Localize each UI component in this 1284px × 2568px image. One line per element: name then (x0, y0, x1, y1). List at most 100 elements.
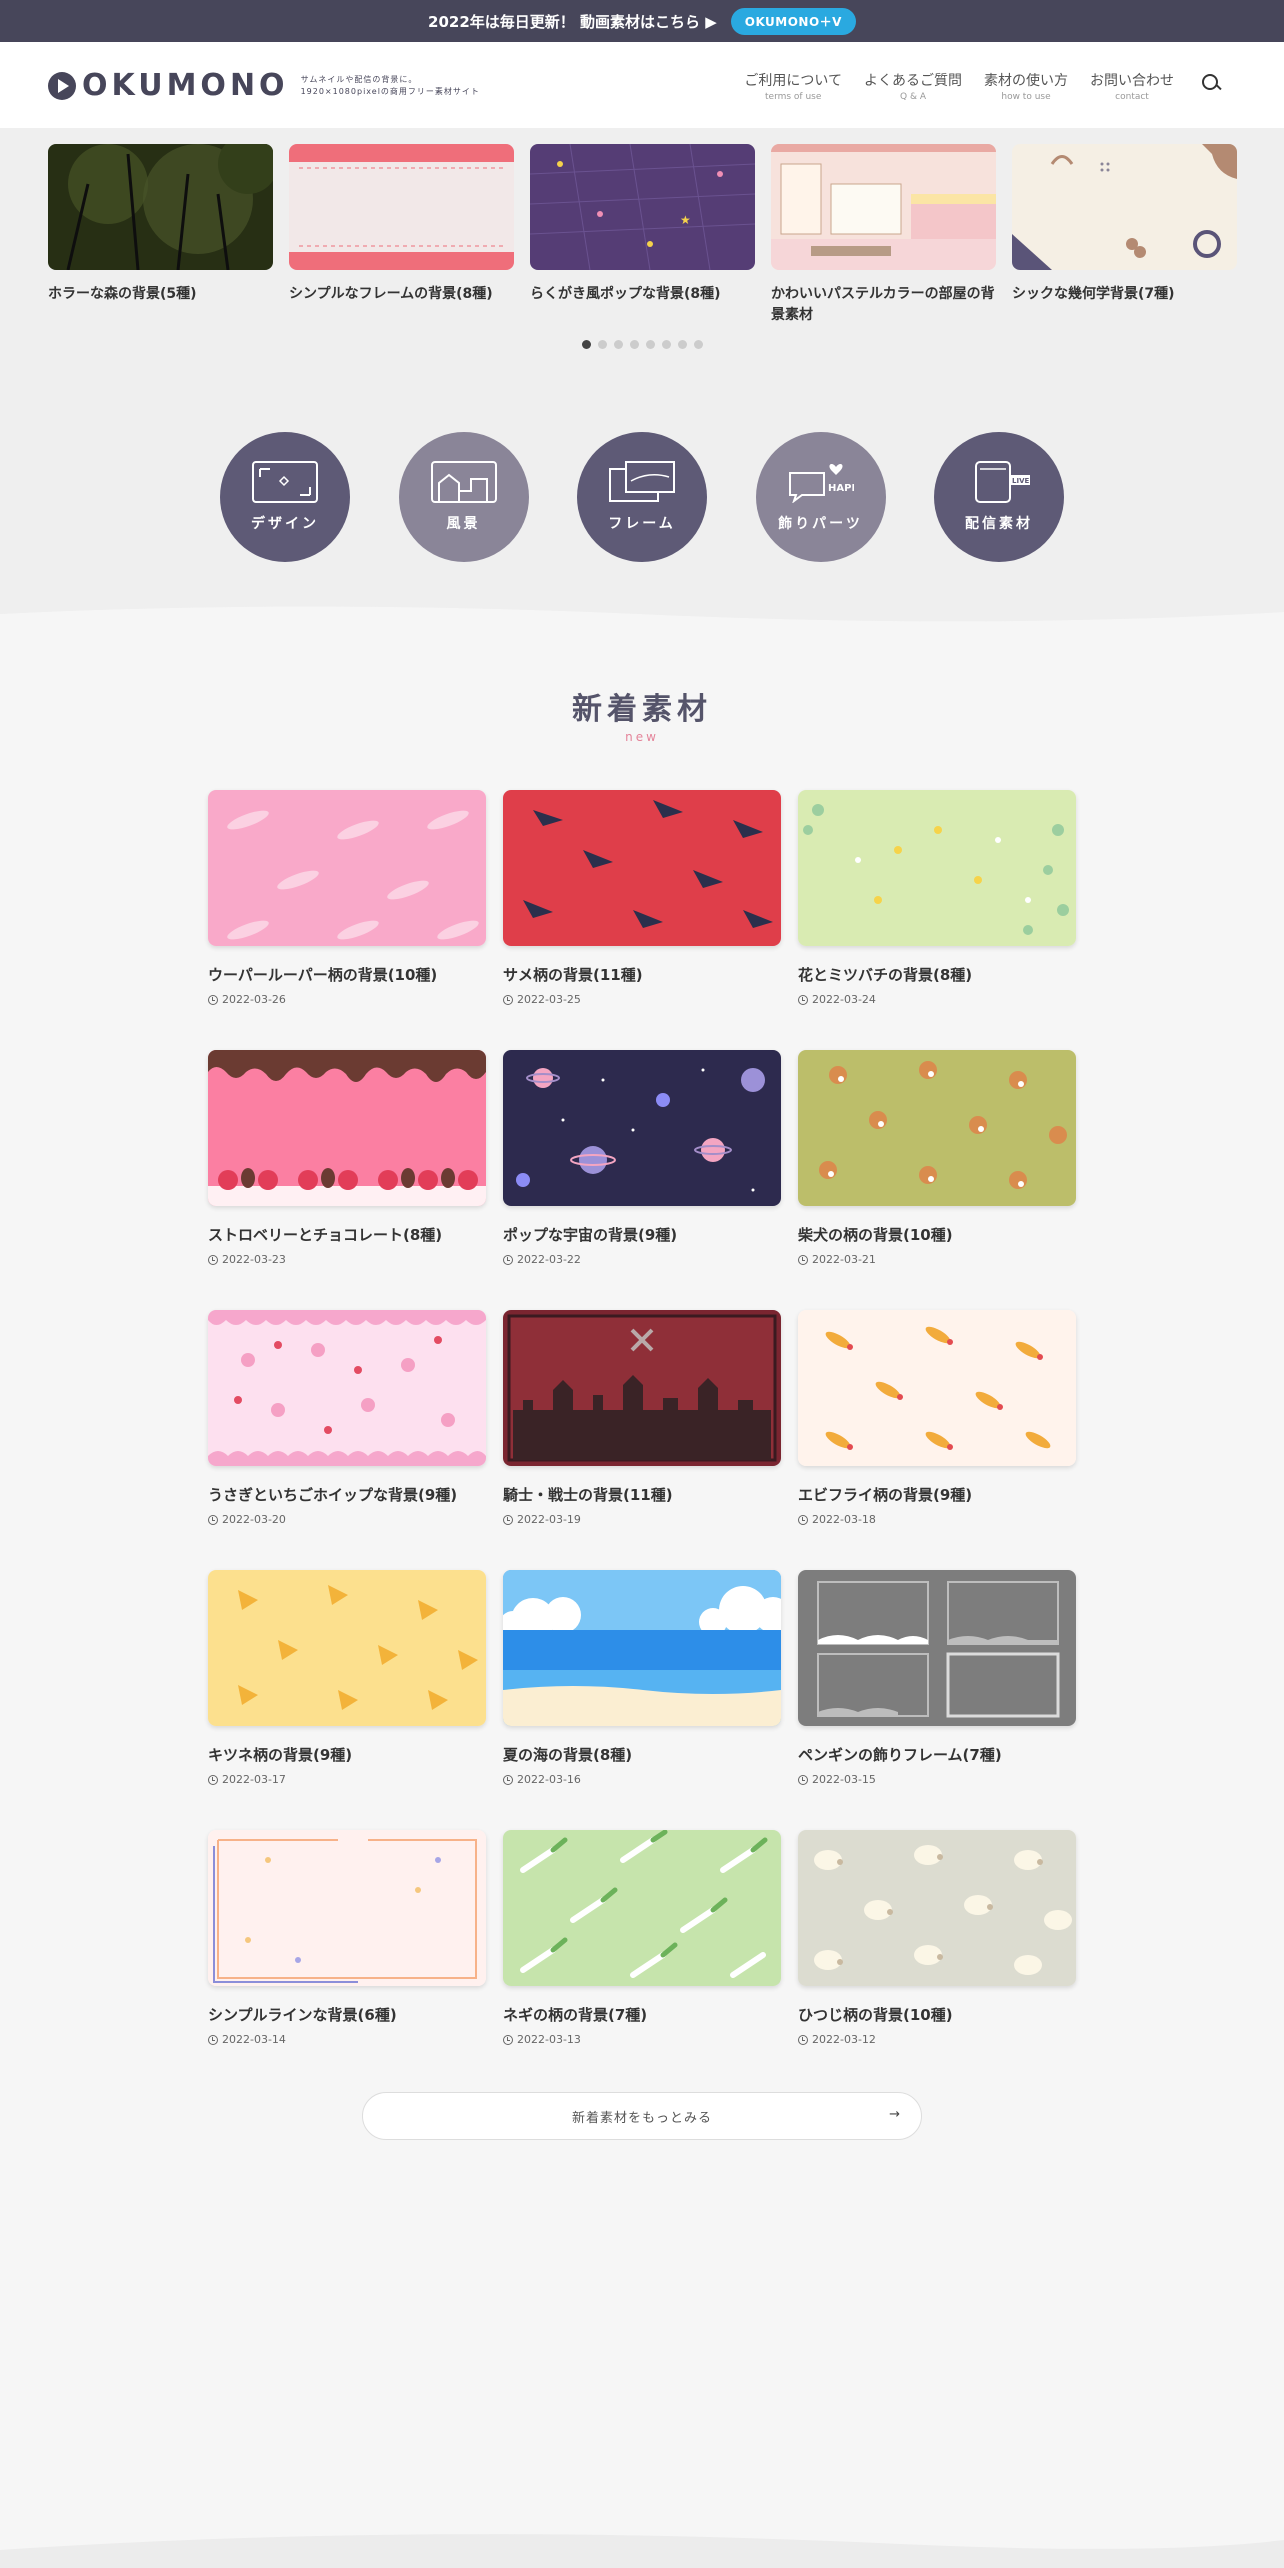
shark-pattern-thumbnail[interactable] (503, 790, 781, 946)
carousel-slide[interactable]: シックな幾何学背景(7種) (1012, 144, 1237, 344)
simple-line-thumbnail[interactable] (208, 1830, 486, 1986)
material-card[interactable]: ウーパールーパー柄の背景(10種) 2022-03-26 (208, 790, 486, 1010)
material-card[interactable]: サメ柄の背景(11種) 2022-03-25 (503, 790, 781, 1010)
carousel-dot[interactable] (581, 340, 591, 349)
carousel-dot[interactable] (629, 340, 639, 349)
material-date-text: 2022-03-26 (222, 993, 286, 1006)
pastel-room-thumbnail[interactable] (771, 144, 996, 270)
strawberry-chocolate-thumbnail[interactable] (208, 1050, 486, 1206)
material-card[interactable]: 花とミツバチの背景(8種) 2022-03-24 (798, 790, 1076, 1010)
chic-geometric-thumbnail[interactable] (1012, 144, 1237, 270)
category-streaming[interactable]: LIVE 配信素材 (934, 432, 1064, 562)
material-card[interactable]: ひつじ柄の背景(10種) 2022-03-12 (798, 1830, 1076, 2050)
category-decoration-parts[interactable]: HAPPY 飾りパーツ (755, 432, 886, 562)
category-landscape[interactable]: 風景 (398, 432, 529, 562)
carousel-caption[interactable]: シックな幾何学背景(7種) (1012, 284, 1237, 305)
material-card[interactable]: ペンギンの飾りフレーム(7種) 2022-03-15 (798, 1570, 1076, 1790)
tagline-line-1: サムネイルや配信の背景に。 (300, 74, 418, 84)
see-more-new-button[interactable]: 新着素材をもっとみる → (362, 2092, 922, 2140)
carousel-caption[interactable]: らくがき風ポップな背景(8種) (530, 284, 755, 305)
material-date-text: 2022-03-25 (517, 993, 581, 1006)
material-card[interactable]: エビフライ柄の背景(9種) 2022-03-18 (798, 1310, 1076, 1530)
material-date: 2022-03-16 (503, 1773, 781, 1786)
material-card[interactable]: シンプルラインな背景(6種) 2022-03-14 (208, 1830, 486, 2050)
nav-contact[interactable]: お問い合わせ contact (1090, 70, 1174, 102)
material-title[interactable]: うさぎといちごホイップな背景(9種) (208, 1484, 486, 1505)
material-card[interactable]: ストロベリーとチョコレート(8種) 2022-03-23 (208, 1050, 486, 1270)
material-date: 2022-03-20 (208, 1513, 486, 1526)
site-logo[interactable]: OKUMONO サムネイルや配信の背景に。 1920×1080pixelの商用フ… (48, 68, 480, 103)
penguin-frame-thumbnail[interactable] (798, 1570, 1076, 1726)
material-date-text: 2022-03-20 (222, 1513, 286, 1526)
search-icon[interactable] (1200, 72, 1224, 96)
nav-contact-sub: contact (1115, 92, 1149, 102)
footer-wave-divider (0, 2534, 1284, 2568)
carousel-slide[interactable]: ★ らくがき風ポップな背景(8種) (530, 144, 755, 344)
material-title[interactable]: 夏の海の背景(8種) (503, 1744, 781, 1765)
carousel-dot[interactable] (677, 340, 687, 349)
material-title[interactable]: 騎士・戦士の背景(11種) (503, 1484, 781, 1505)
nav-terms-label: ご利用について (744, 73, 842, 89)
material-title[interactable]: ストロベリーとチョコレート(8種) (208, 1224, 486, 1245)
announcement-text[interactable]: 2022年は毎日更新！ 動画素材はこちら ▶ (428, 11, 717, 32)
material-title[interactable]: ウーパールーパー柄の背景(10種) (208, 964, 486, 985)
material-title[interactable]: ネギの柄の背景(7種) (503, 2004, 781, 2025)
carousel-dot[interactable] (661, 340, 671, 349)
category-design[interactable]: デザイン (220, 432, 350, 562)
okumono-v-button[interactable]: OKUMONO＋V (730, 7, 856, 35)
nav-how-to-use[interactable]: 素材の使い方 how to use (984, 70, 1068, 102)
rabbit-strawberry-whip-thumbnail[interactable] (208, 1310, 486, 1466)
section-subtitle: new (625, 730, 659, 744)
doodle-pop-thumbnail[interactable]: ★ (530, 144, 755, 270)
carousel-dot[interactable] (693, 340, 703, 349)
category-frame[interactable]: フレーム (577, 432, 707, 562)
play-logo-icon (48, 71, 76, 100)
axolotl-pattern-thumbnail[interactable] (208, 790, 486, 946)
material-title[interactable]: エビフライ柄の背景(9種) (798, 1484, 1076, 1505)
horror-forest-thumbnail[interactable] (48, 144, 273, 270)
sheep-pattern-thumbnail[interactable] (798, 1830, 1076, 1986)
material-title[interactable]: ペンギンの飾りフレーム(7種) (798, 1744, 1076, 1765)
carousel-slide[interactable]: かわいいパステルカラーの部屋の背景素材 (771, 144, 996, 344)
material-title[interactable]: シンプルラインな背景(6種) (208, 2004, 486, 2025)
carousel-dot[interactable] (613, 340, 623, 349)
material-card[interactable]: ポップな宇宙の背景(9種) 2022-03-22 (503, 1050, 781, 1270)
material-title[interactable]: 柴犬の柄の背景(10種) (798, 1224, 1076, 1245)
carousel-caption[interactable]: ホラーな森の背景(5種) (48, 284, 273, 305)
fried-shrimp-thumbnail[interactable] (798, 1310, 1076, 1466)
carousel-caption[interactable]: シンプルなフレームの背景(8種) (289, 284, 514, 305)
clock-icon (208, 1774, 218, 1785)
carousel-slide[interactable]: シンプルなフレームの背景(8種) (289, 144, 514, 344)
material-title[interactable]: ポップな宇宙の背景(9種) (503, 1224, 781, 1245)
material-card[interactable]: キツネ柄の背景(9種) 2022-03-17 (208, 1570, 486, 1790)
nav-faq[interactable]: よくあるご質問 Q & A (864, 70, 962, 102)
material-date-text: 2022-03-12 (812, 2033, 876, 2046)
carousel-dot[interactable] (645, 340, 655, 349)
summer-sea-thumbnail[interactable] (503, 1570, 781, 1726)
clock-icon (208, 1254, 218, 1265)
nav-terms[interactable]: ご利用について terms of use (744, 70, 842, 102)
material-title[interactable]: ひつじ柄の背景(10種) (798, 2004, 1076, 2025)
material-card[interactable]: 夏の海の背景(8種) 2022-03-16 (503, 1570, 781, 1790)
material-title[interactable]: 花とミツバチの背景(8種) (798, 964, 1076, 985)
design-frame-icon (252, 461, 318, 503)
simple-frame-thumbnail[interactable] (289, 144, 514, 270)
flower-bee-thumbnail[interactable] (798, 790, 1076, 946)
material-card[interactable]: 柴犬の柄の背景(10種) 2022-03-21 (798, 1050, 1076, 1270)
announcement-bar[interactable]: 2022年は毎日更新！ 動画素材はこちら ▶ OKUMONO＋V (0, 0, 1284, 42)
carousel-caption[interactable]: かわいいパステルカラーの部屋の背景素材 (771, 284, 996, 326)
material-card[interactable]: ネギの柄の背景(7種) 2022-03-13 (503, 1830, 781, 2050)
shiba-pattern-thumbnail[interactable] (798, 1050, 1076, 1206)
carousel-slide[interactable]: ホラーな森の背景(5種) (48, 144, 273, 344)
fox-pattern-thumbnail[interactable] (208, 1570, 486, 1726)
material-title[interactable]: サメ柄の背景(11種) (503, 964, 781, 985)
knight-warrior-thumbnail[interactable] (503, 1310, 781, 1466)
material-card[interactable]: 騎士・戦士の背景(11種) 2022-03-19 (503, 1310, 781, 1530)
green-onion-thumbnail[interactable] (503, 1830, 781, 1986)
pop-space-thumbnail[interactable] (503, 1050, 781, 1206)
nav-terms-sub: terms of use (765, 92, 822, 102)
carousel-dot[interactable] (597, 340, 607, 349)
material-title[interactable]: キツネ柄の背景(9種) (208, 1744, 486, 1765)
category-list: デザイン 風景 フレーム HAPPY 飾りパーツ LIVE 配信素材 (220, 432, 1064, 562)
material-card[interactable]: うさぎといちごホイップな背景(9種) 2022-03-20 (208, 1310, 486, 1530)
